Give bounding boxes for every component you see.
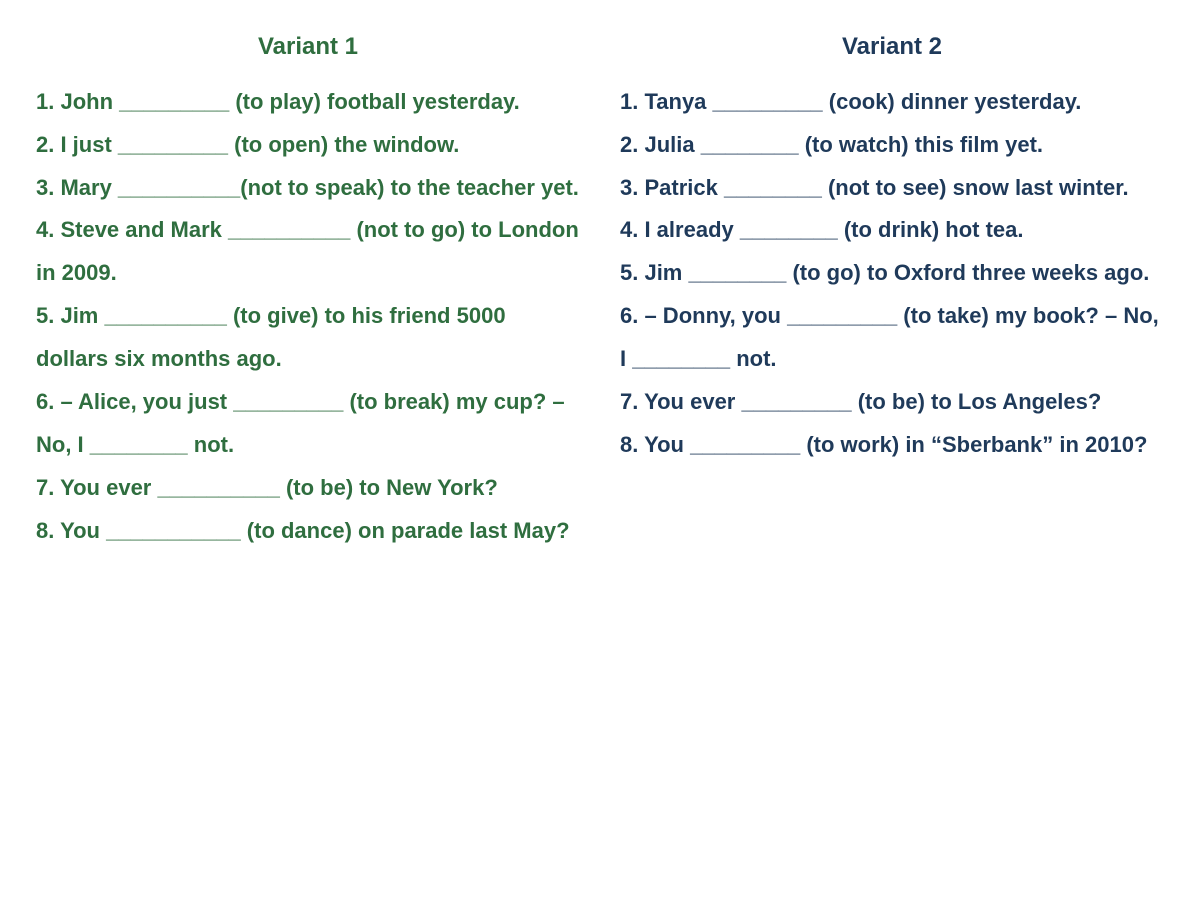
list-item: 5. Jim ________ (to go) to Oxford three … (620, 252, 1164, 295)
list-item: 3. Patrick ________ (not to see) snow la… (620, 167, 1164, 210)
list-item: 2. I just _________ (to open) the window… (36, 124, 580, 167)
list-item: 7. You ever _________ (to be) to Los Ang… (620, 381, 1164, 424)
list-item: 6. – Donny, you _________ (to take) my b… (620, 295, 1164, 381)
list-item: 5. Jim __________ (to give) to his frien… (36, 295, 580, 381)
variant-1-column: Variant 1 1. John _________ (to play) fo… (36, 24, 580, 876)
list-item: 3. Mary __________(not to speak) to the … (36, 167, 580, 210)
variant-1-title: Variant 1 (36, 24, 580, 71)
variant-2-column: Variant 2 1. Tanya _________ (cook) dinn… (620, 24, 1164, 876)
list-item: 8. You _________ (to work) in “Sberbank”… (620, 424, 1164, 467)
list-item: 6. – Alice, you just _________ (to break… (36, 381, 580, 467)
variant-1-items: 1. John _________ (to play) football yes… (36, 81, 580, 553)
list-item: 7. You ever __________ (to be) to New Yo… (36, 467, 580, 510)
list-item: 1. John _________ (to play) football yes… (36, 81, 580, 124)
list-item: 2. Julia ________ (to watch) this film y… (620, 124, 1164, 167)
list-item: 4. I already ________ (to drink) hot tea… (620, 209, 1164, 252)
list-item: 8. You ___________ (to dance) on parade … (36, 510, 580, 553)
variant-2-items: 1. Tanya _________ (cook) dinner yesterd… (620, 81, 1164, 467)
list-item: 1. Tanya _________ (cook) dinner yesterd… (620, 81, 1164, 124)
variant-2-title: Variant 2 (620, 24, 1164, 71)
list-item: 4. Steve and Mark __________ (not to go)… (36, 209, 580, 295)
